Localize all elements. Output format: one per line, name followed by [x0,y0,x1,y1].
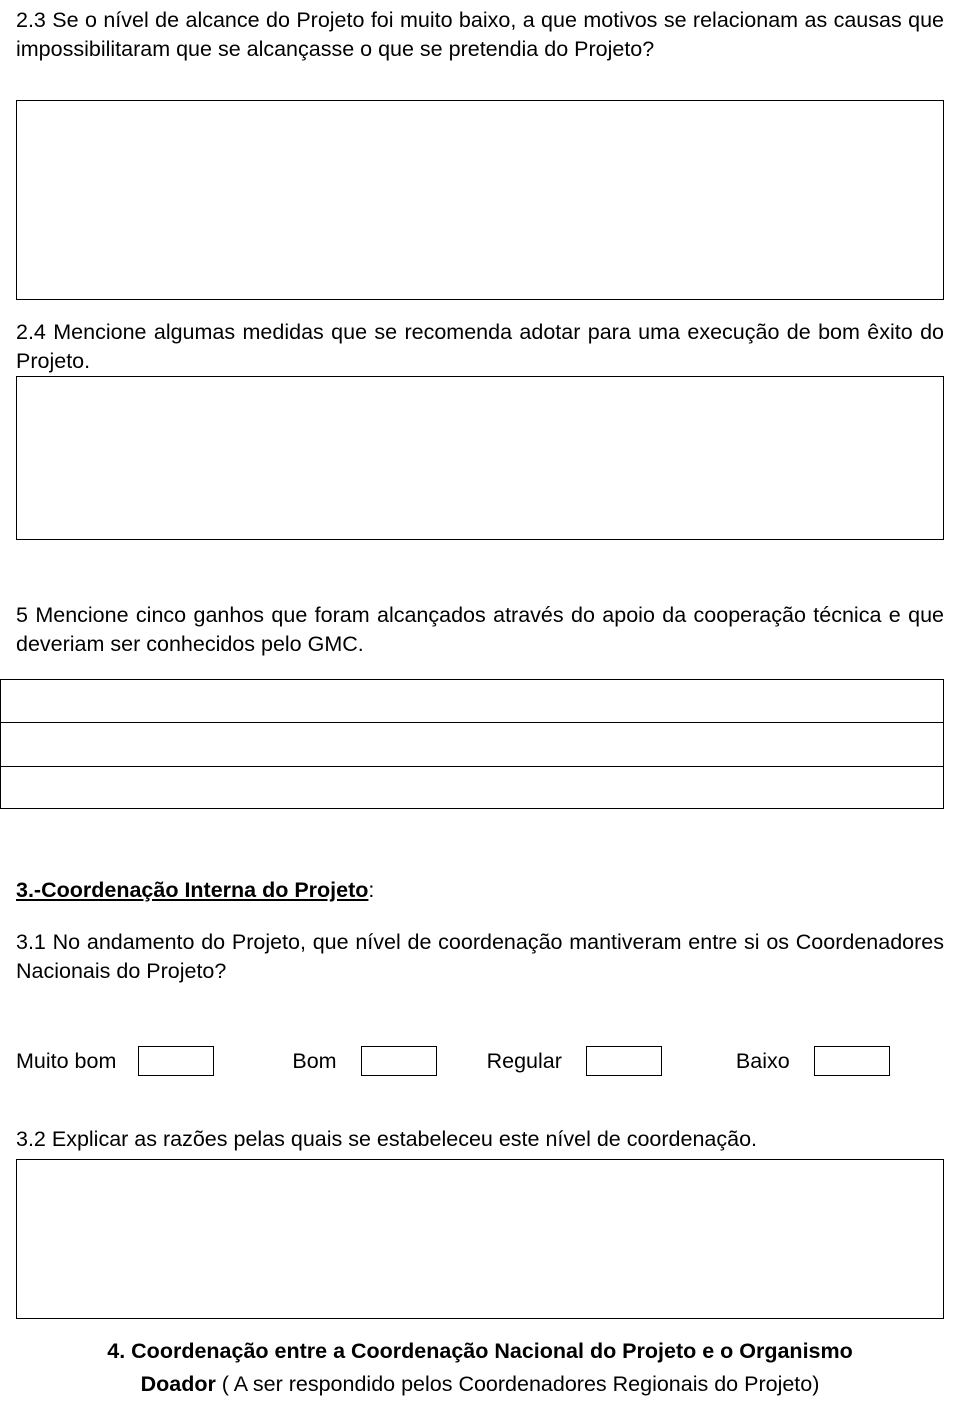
rating-label-muito-bom: Muito bom [16,1048,117,1073]
section-4-doador-label: Doador [140,1372,216,1396]
rating-checkbox-muito-bom[interactable] [138,1046,215,1076]
rating-checkbox-bom[interactable] [360,1046,437,1076]
section-3-heading-colon: : [368,878,375,902]
section-4-heading-line-1-label: 4. Coordenação entre a Coordenação Nacio… [107,1339,853,1363]
section-4-heading-line-1: 4. Coordenação entre a Coordenação Nacio… [16,1337,944,1366]
rating-label-bom: Bom [292,1048,337,1073]
answer-box-5-line-3[interactable] [0,767,944,809]
rating-checkbox-regular[interactable] [585,1046,662,1076]
document-page: 2.3 Se o nível de alcance do Projeto foi… [0,0,960,1405]
question-2-3-text: 2.3 Se o nível de alcance do Projeto foi… [16,8,944,62]
question-3-2-text: 3.2 Explicar as razões pelas quais se es… [16,1127,758,1151]
rating-label-baixo: Baixo [735,1048,790,1073]
answer-box-2-4[interactable] [16,376,944,540]
rating-checkbox-baixo[interactable] [813,1046,890,1076]
answer-box-5-line-1[interactable] [0,679,944,723]
rating-scale-3-1: Muito bom Bom Regular Baixo [16,1046,944,1076]
section-4-heading-line-2: Doador ( A ser respondido pelos Coordena… [16,1370,944,1399]
question-5-text: 5 Mencione cinco ganhos que foram alcanç… [16,603,944,657]
answer-box-3-2[interactable] [16,1159,944,1319]
rating-label-regular: Regular [486,1048,562,1073]
section-4-doador-close: ) [812,1372,820,1396]
section-4-doador-rest: ( A ser respondido pelos Coordenadores R… [215,1372,813,1396]
answer-box-2-3[interactable] [16,100,944,300]
answer-box-5-line-2[interactable] [0,723,944,767]
question-2-4-text: 2.4 Mencione algumas medidas que se reco… [16,320,944,374]
section-3-heading-label: 3.-Coordenação Interna do Projeto [16,878,369,902]
section-3-heading: 3.-Coordenação Interna do Projeto: [16,876,944,905]
question-3-1-text: 3.1 No andamento do Projeto, que nível d… [16,930,944,984]
